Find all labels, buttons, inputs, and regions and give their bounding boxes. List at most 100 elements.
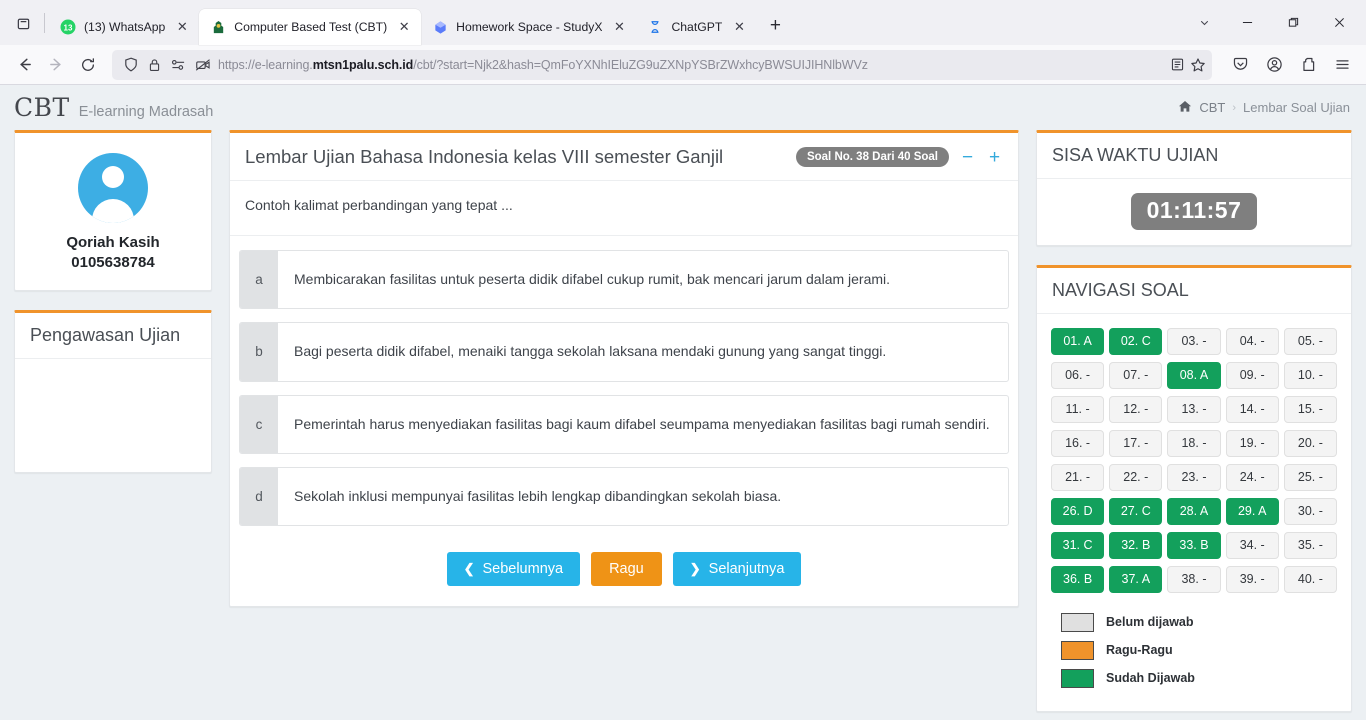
exam-header: Lembar Ujian Bahasa Indonesia kelas VIII… xyxy=(230,133,1018,181)
nav-cell-11[interactable]: 11. - xyxy=(1051,395,1105,423)
nav-cell-19[interactable]: 19. - xyxy=(1225,429,1279,457)
nav-cell-10[interactable]: 10. - xyxy=(1283,361,1337,389)
nav-cell-1[interactable]: 01. A xyxy=(1051,327,1105,355)
user-card: Qoriah Kasih 0105638784 xyxy=(15,133,211,290)
nav-cell-16[interactable]: 16. - xyxy=(1051,429,1105,457)
doubt-button-label: Ragu xyxy=(609,561,644,578)
nav-cell-7[interactable]: 07. - xyxy=(1109,361,1163,389)
tab-close-icon[interactable]: ✕ xyxy=(730,18,748,36)
nav-cell-15[interactable]: 15. - xyxy=(1283,395,1337,423)
option-text: Sekolah inklusi mempunyai fasilitas lebi… xyxy=(294,487,782,504)
next-question-button[interactable]: ❯ Selanjutnya xyxy=(672,552,802,587)
browser-tab-bar: 13 (13) WhatsApp ✕ Computer Based Test (… xyxy=(0,0,1366,45)
window-maximize-button[interactable] xyxy=(1270,0,1316,45)
navigation-body: 01. A 02. C 03. -04. -05. - 06. -07. -08. A… xyxy=(1037,314,1351,601)
breadcrumb: CBT › Lembar Soal Ujian xyxy=(1178,100,1350,116)
doubt-button[interactable]: Ragu xyxy=(591,552,662,587)
nav-cell-37[interactable]: 37. A xyxy=(1109,565,1163,593)
answer-option-d[interactable]: d Sekolah inklusi mempunyai fasilitas le… xyxy=(239,466,1009,527)
user-panel: Qoriah Kasih 0105638784 xyxy=(14,130,212,291)
reload-button[interactable] xyxy=(72,49,104,81)
window-close-button[interactable] xyxy=(1316,0,1362,45)
nav-cell-35[interactable]: 35. - xyxy=(1283,531,1337,559)
nav-cell-39[interactable]: 39. - xyxy=(1225,565,1279,593)
shield-icon[interactable] xyxy=(122,56,139,73)
tab-title: ChatGPT xyxy=(671,20,723,34)
nav-cell-24[interactable]: 24. - xyxy=(1225,463,1279,491)
browser-tab-studyx[interactable]: Homework Space - StudyX ✕ xyxy=(421,9,636,45)
pocket-icon[interactable] xyxy=(1224,49,1256,81)
new-tab-button[interactable]: + xyxy=(760,11,790,41)
svg-text:13: 13 xyxy=(64,24,73,33)
browser-tab-cbt[interactable]: Computer Based Test (CBT) ✕ xyxy=(199,9,422,45)
nav-cell-33[interactable]: 33. B xyxy=(1167,531,1221,559)
nav-cell-23[interactable]: 23. - xyxy=(1167,463,1221,491)
nav-cell-27[interactable]: 27. C xyxy=(1109,497,1163,525)
nav-cell-2[interactable]: 02. C xyxy=(1109,327,1163,355)
whatsapp-icon: 13 xyxy=(60,19,76,35)
browser-tab-chatgpt[interactable]: ChatGPT ✕ xyxy=(636,9,756,45)
urlbar-right-actions xyxy=(1169,56,1206,73)
timer-title: SISA WAKTU UJIAN xyxy=(1052,145,1219,165)
font-decrease-button[interactable]: − xyxy=(959,148,976,167)
reader-view-icon[interactable] xyxy=(1169,56,1186,73)
chevron-left-icon: ❮ xyxy=(463,561,475,577)
nav-cell-25[interactable]: 25. - xyxy=(1283,463,1337,491)
url-text[interactable]: https://e-learning.mtsn1palu.sch.id/cbt/… xyxy=(218,58,1162,72)
extensions-icon[interactable] xyxy=(1292,49,1324,81)
tab-close-icon[interactable]: ✕ xyxy=(395,18,413,36)
breadcrumb-root[interactable]: CBT xyxy=(1199,100,1225,115)
browser-toolbar-actions xyxy=(1224,49,1358,81)
option-letter: a xyxy=(240,251,278,309)
browser-tab-whatsapp[interactable]: 13 (13) WhatsApp ✕ xyxy=(49,9,199,45)
nav-cell-31[interactable]: 31. C xyxy=(1051,531,1105,559)
tab-close-icon[interactable]: ✕ xyxy=(173,18,191,36)
url-bar[interactable]: https://e-learning.mtsn1palu.sch.id/cbt/… xyxy=(112,49,1212,80)
extension-icon[interactable] xyxy=(170,56,187,73)
previous-question-button[interactable]: ❮ Sebelumnya xyxy=(446,552,581,587)
tabbar-divider xyxy=(44,13,45,33)
tab-overflow-chevron-icon[interactable] xyxy=(1184,0,1224,45)
answer-option-c[interactable]: c Pemerintah harus menyediakan fasilitas… xyxy=(239,394,1009,454)
nav-cell-22[interactable]: 22. - xyxy=(1109,463,1163,491)
account-icon[interactable] xyxy=(1258,49,1290,81)
exam-title: Lembar Ujian Bahasa Indonesia kelas VIII… xyxy=(245,146,724,167)
nav-cell-4[interactable]: 04. - xyxy=(1225,327,1279,355)
nav-cell-32[interactable]: 32. B xyxy=(1109,531,1163,559)
forward-button[interactable] xyxy=(40,49,72,81)
lock-icon[interactable] xyxy=(146,56,163,73)
tab-close-icon[interactable]: ✕ xyxy=(610,18,628,36)
nav-cell-26[interactable]: 26. D xyxy=(1051,497,1105,525)
bookmark-star-icon[interactable] xyxy=(1189,56,1206,73)
nav-cell-21[interactable]: 21. - xyxy=(1051,463,1105,491)
nav-cell-36[interactable]: 36. B xyxy=(1051,565,1105,593)
nav-cell-34[interactable]: 34. - xyxy=(1225,531,1279,559)
site-brand[interactable]: CBT E-learning Madrasah xyxy=(14,93,213,122)
nav-cell-8[interactable]: 08. A xyxy=(1167,361,1221,389)
nav-cell-29[interactable]: 29. A xyxy=(1225,497,1279,525)
font-increase-button[interactable]: + xyxy=(986,148,1003,167)
nav-cell-12[interactable]: 12. - xyxy=(1109,395,1163,423)
nav-cell-20[interactable]: 20. - xyxy=(1283,429,1337,457)
legend-row-1: Belum dijawab xyxy=(1061,612,1337,632)
nav-cell-13[interactable]: 13. - xyxy=(1167,395,1221,423)
window-minimize-button[interactable] xyxy=(1224,0,1270,45)
back-button[interactable] xyxy=(8,49,40,81)
answer-option-b[interactable]: b Bagi peserta didik difabel, menaiki ta… xyxy=(239,322,1009,382)
no-camera-icon[interactable] xyxy=(194,56,211,73)
pengawasan-panel: Pengawasan Ujian xyxy=(14,309,212,473)
nav-cell-9[interactable]: 09. - xyxy=(1225,361,1279,389)
nav-cell-17[interactable]: 17. - xyxy=(1109,429,1163,457)
answer-option-a[interactable]: a Membicarakan fasilitas untuk peserta d… xyxy=(239,250,1009,310)
nav-cell-40[interactable]: 40. - xyxy=(1283,565,1337,593)
nav-cell-14[interactable]: 14. - xyxy=(1225,395,1279,423)
nav-cell-38[interactable]: 38. - xyxy=(1167,565,1221,593)
tab-list-button[interactable] xyxy=(6,6,40,40)
nav-cell-28[interactable]: 28. A xyxy=(1167,497,1221,525)
nav-cell-18[interactable]: 18. - xyxy=(1167,429,1221,457)
nav-cell-3[interactable]: 03. - xyxy=(1167,327,1221,355)
nav-cell-30[interactable]: 30. - xyxy=(1283,497,1337,525)
nav-cell-5[interactable]: 05. - xyxy=(1283,327,1337,355)
app-menu-icon[interactable] xyxy=(1326,49,1358,81)
nav-cell-6[interactable]: 06. - xyxy=(1051,361,1105,389)
